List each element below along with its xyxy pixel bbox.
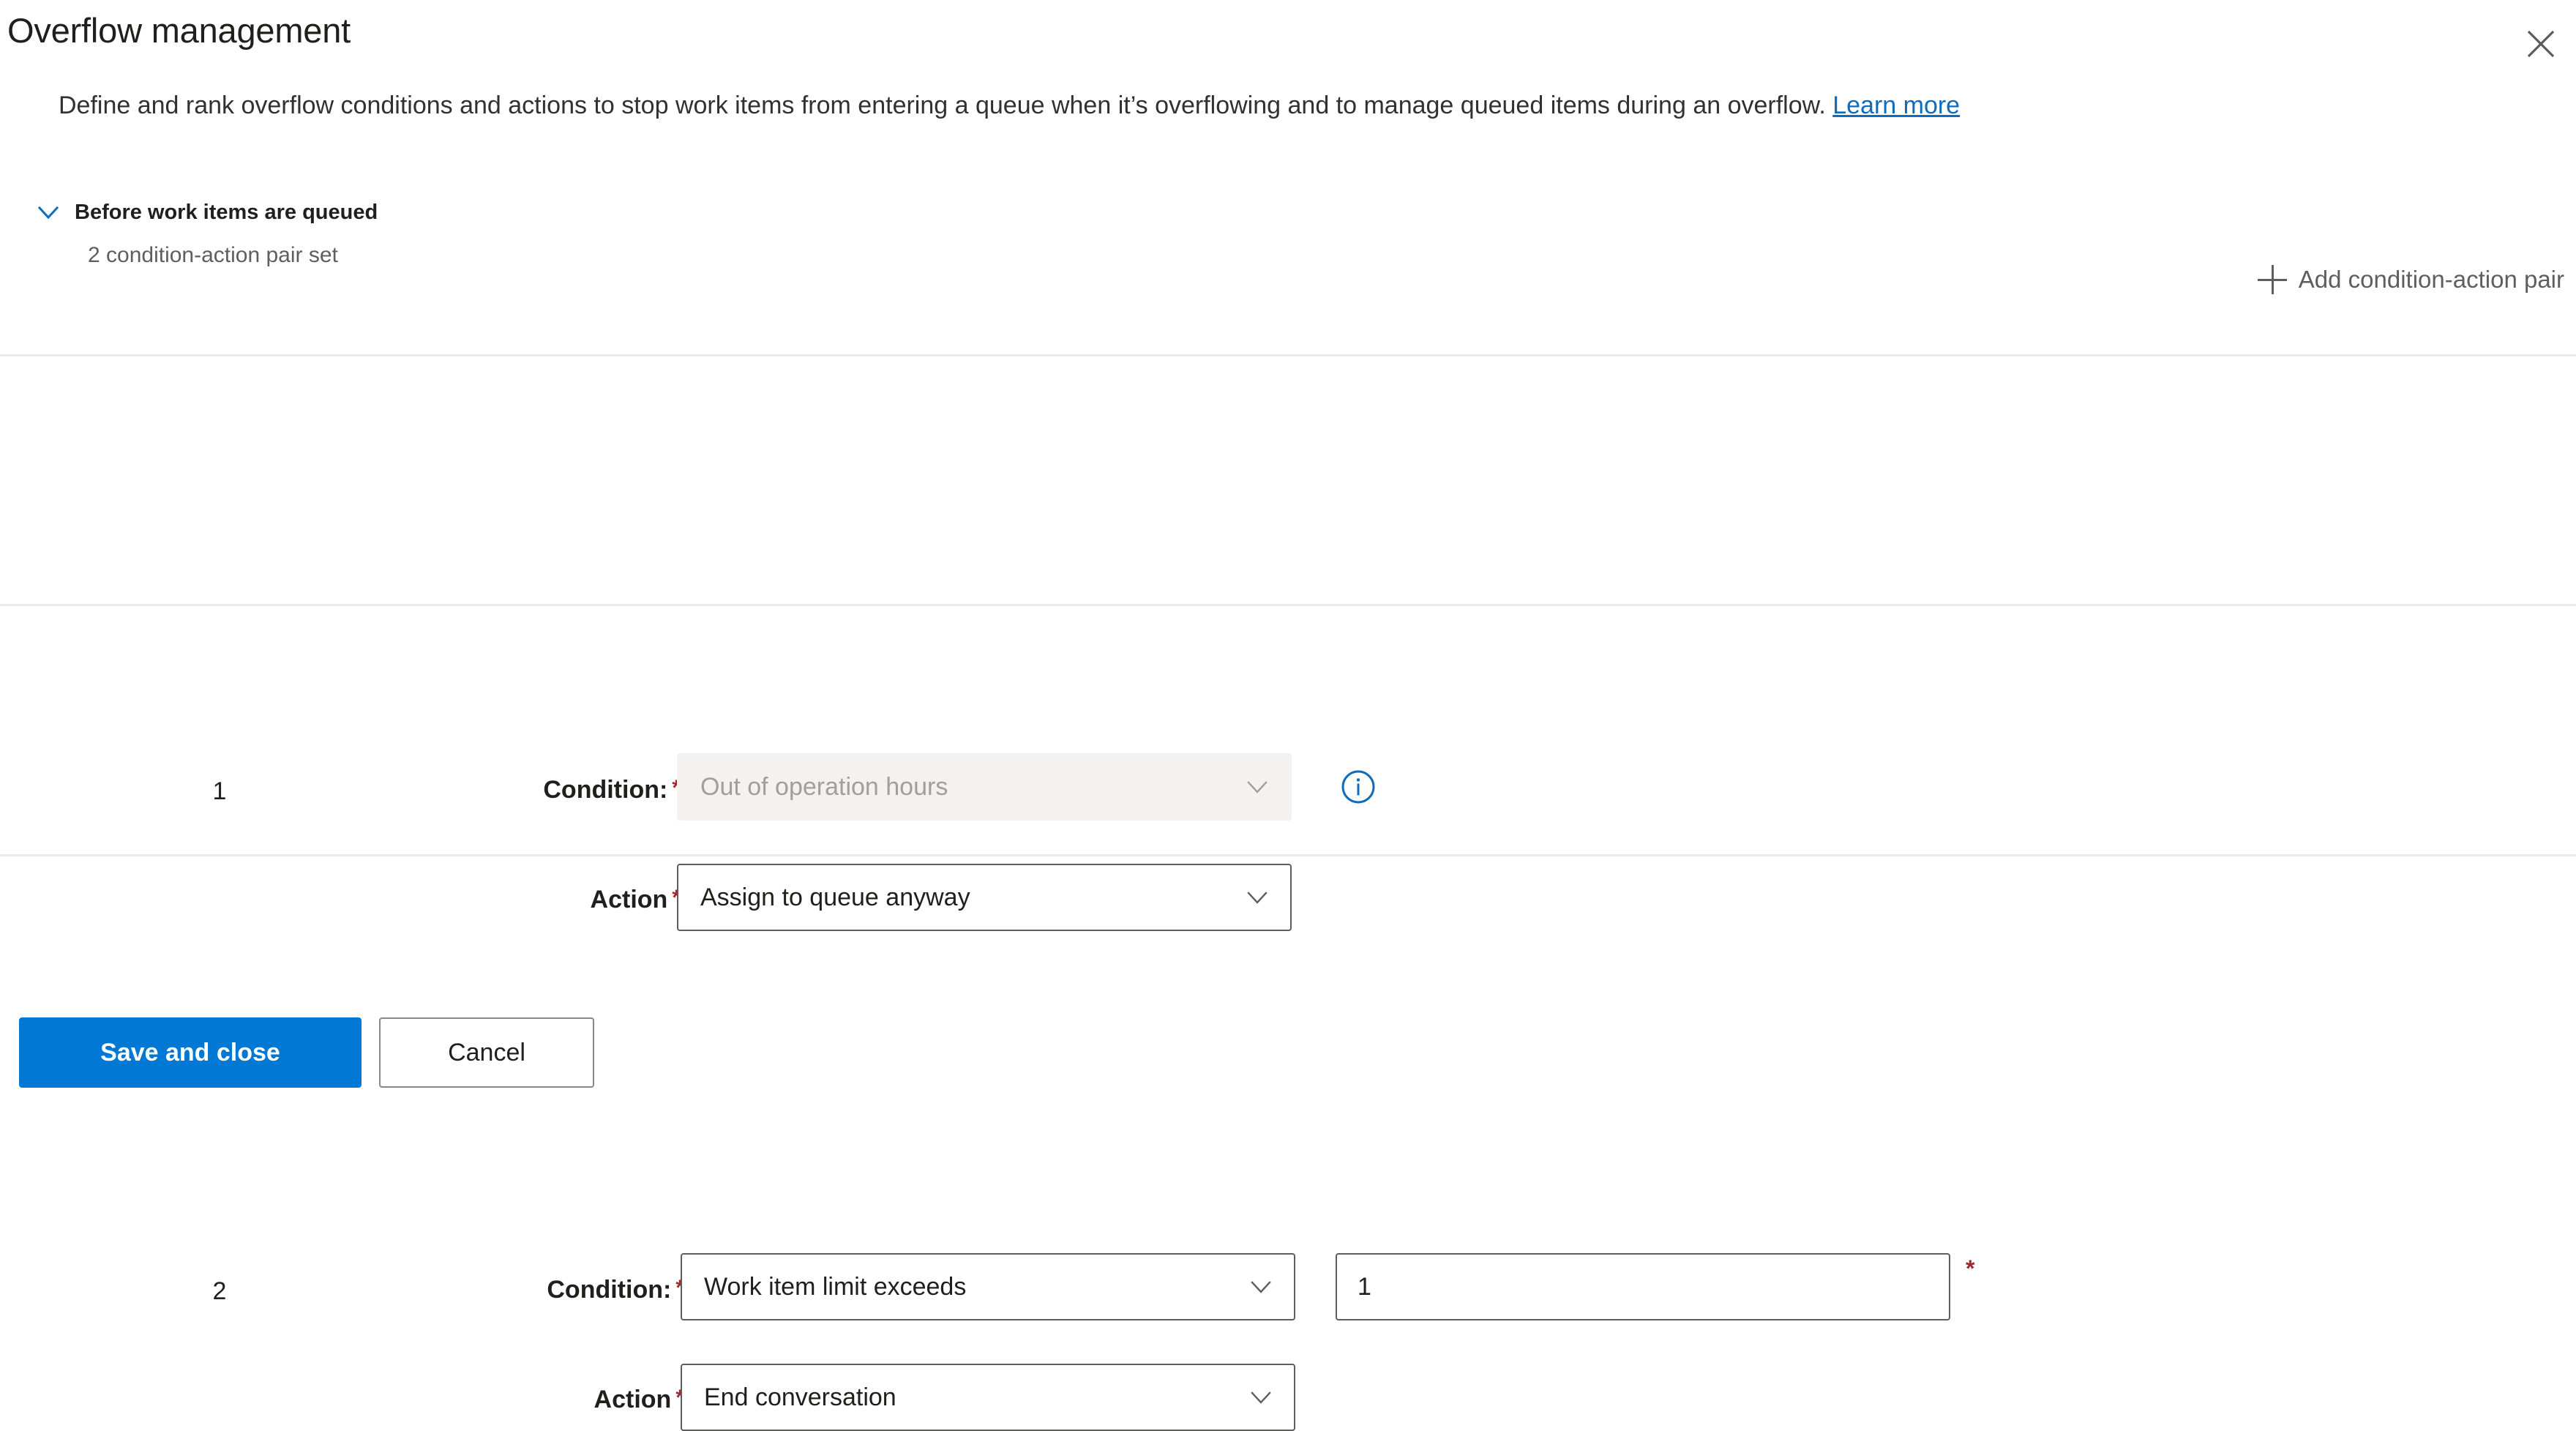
close-button[interactable] [2515, 18, 2567, 70]
cancel-button[interactable]: Cancel [379, 1017, 594, 1088]
section-title: Before work items are queued [75, 200, 378, 224]
work-item-limit-input[interactable] [1336, 1253, 1950, 1320]
plus-icon [2257, 265, 2287, 294]
action-dropdown-value-row2: End conversation [704, 1383, 896, 1411]
section-header-before-work-items-are-queued[interactable]: Before work items are queued [32, 196, 378, 228]
condition-label-text: Condition: [547, 1276, 672, 1304]
page-title: Overflow management [7, 11, 351, 50]
close-icon [2526, 29, 2556, 59]
panel-description: Define and rank overflow conditions and … [59, 88, 2561, 123]
footer-actions: Save and close Cancel [0, 1017, 2576, 1088]
learn-more-link[interactable]: Learn more [1832, 91, 1960, 119]
pair-rank-number: 2 [212, 1277, 227, 1305]
action-dropdown-row1[interactable]: Assign to queue anyway [677, 864, 1292, 931]
condition-dropdown-row2[interactable]: Work item limit exceeds [681, 1253, 1295, 1320]
chevron-down-icon [32, 196, 64, 228]
chevron-down-icon [1246, 1271, 1276, 1302]
condition-action-pair-row: 1 Condition:* Out of operation hours Act… [0, 354, 2576, 931]
action-label-text: Action [594, 1386, 672, 1413]
action-label-row1: Action* [322, 886, 681, 914]
condition-label-row2: Condition:* [322, 1276, 684, 1304]
action-label-row2: Action* [322, 1386, 684, 1414]
save-and-close-button[interactable]: Save and close [19, 1017, 362, 1088]
action-label-text: Action [590, 886, 668, 913]
action-dropdown-row2[interactable]: End conversation [681, 1364, 1295, 1431]
section-subtitle: 2 condition-action pair set [88, 243, 338, 267]
condition-dropdown-value-row2: Work item limit exceeds [704, 1272, 967, 1301]
action-dropdown-value-row1: Assign to queue anyway [700, 883, 970, 911]
description-text: Define and rank overflow conditions and … [59, 91, 1833, 119]
required-asterisk: * [1966, 1255, 1975, 1282]
add-condition-action-pair-label: Add condition-action pair [2298, 266, 2564, 293]
divider-bottom [0, 854, 2576, 856]
add-condition-action-pair-button[interactable]: Add condition-action pair [2253, 262, 2569, 297]
chevron-down-icon [1242, 882, 1273, 913]
chevron-down-icon [1246, 1382, 1276, 1413]
condition-action-pair-row: 2 Condition:* Work item limit exceeds * … [0, 604, 2576, 1431]
